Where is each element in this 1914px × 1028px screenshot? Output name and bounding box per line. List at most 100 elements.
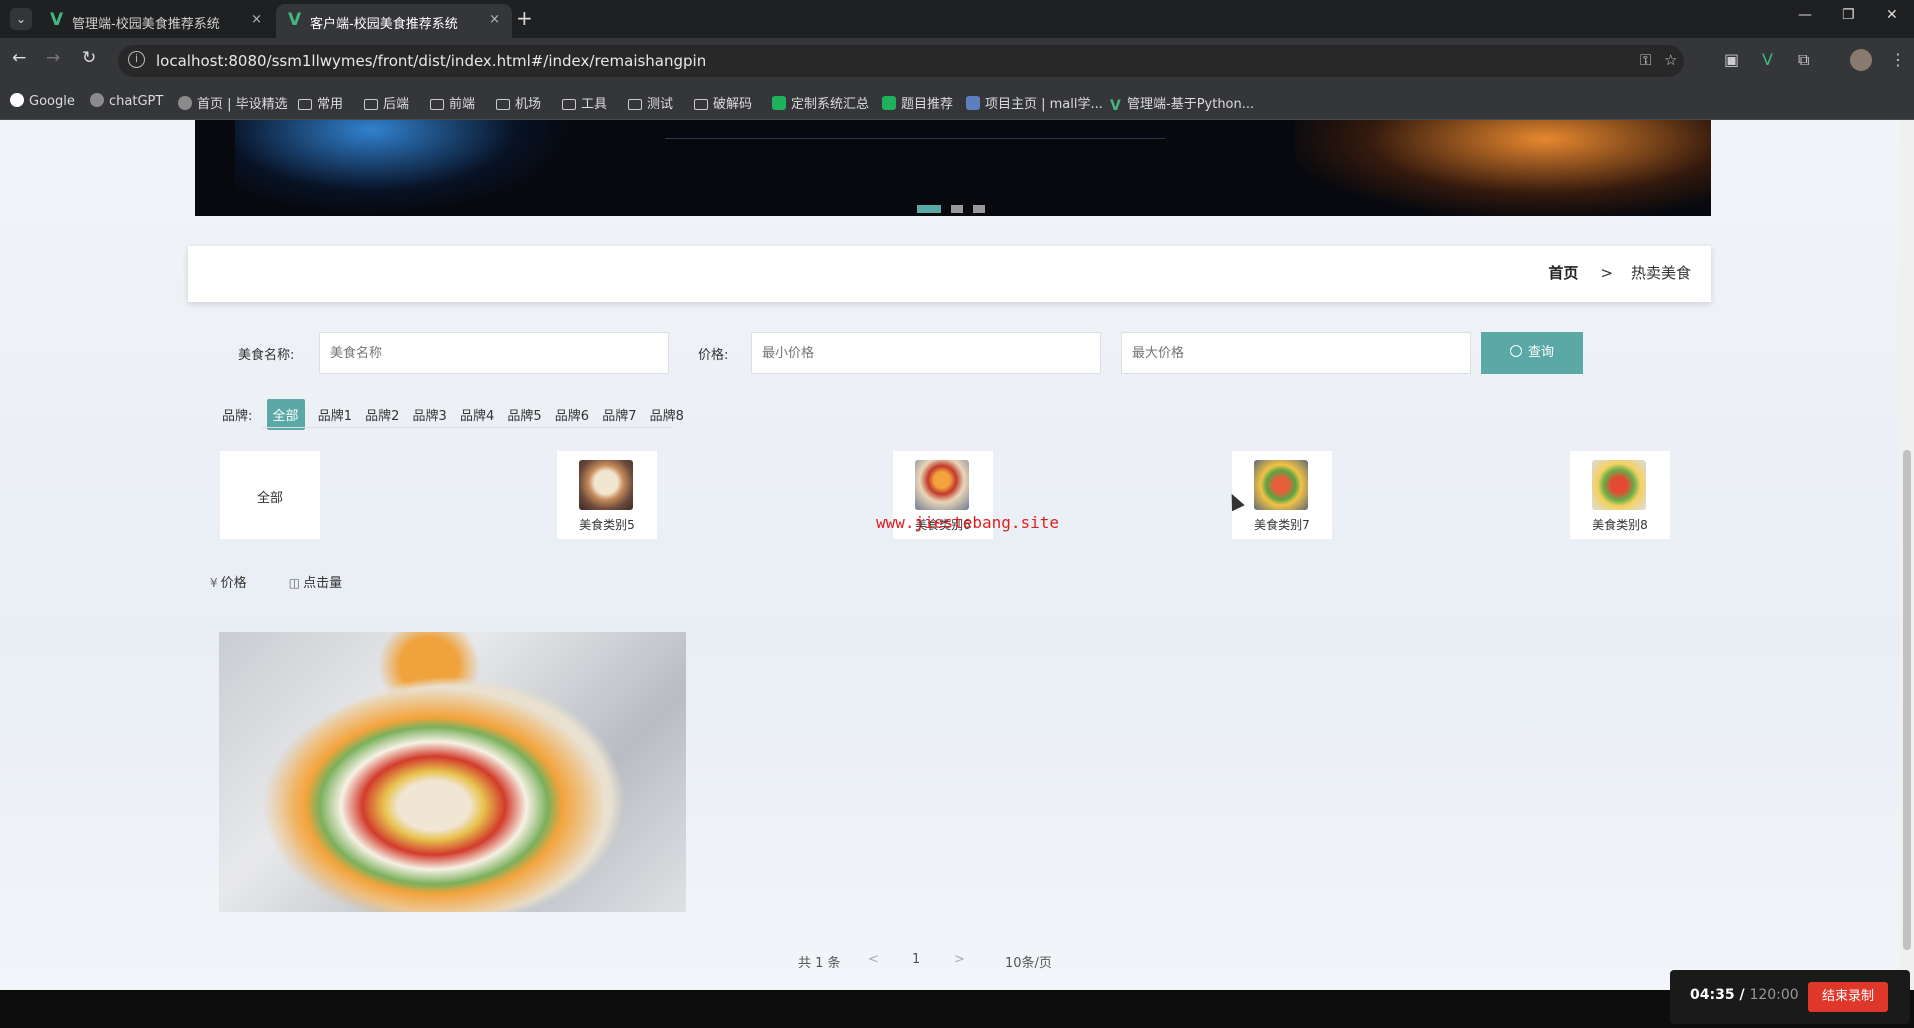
profile-avatar[interactable]	[1850, 49, 1872, 71]
sort-label: 价格	[220, 576, 247, 591]
carousel-dot[interactable]	[973, 205, 986, 213]
menu-kebab-icon[interactable]: ⋮	[1890, 50, 1906, 69]
bookmark-google[interactable]: Google	[10, 93, 75, 109]
pagination-prev[interactable]: <	[868, 952, 879, 967]
pagination-size-select[interactable]: 10条/页	[1005, 952, 1052, 971]
bookmark-folder[interactable]: 测试	[628, 93, 673, 112]
category-image	[1254, 460, 1308, 510]
price-label: 价格:	[698, 348, 729, 363]
category-card[interactable]: 美食类别8	[1570, 451, 1670, 539]
close-icon[interactable]: ×	[251, 12, 262, 27]
extensions-puzzle-icon[interactable]: ⧉	[1798, 50, 1809, 70]
pagination-page[interactable]: 1	[912, 952, 920, 967]
brand-item[interactable]: 品牌4	[460, 405, 494, 424]
tab-admin[interactable]: V 管理端-校园美食推荐系统 ×	[38, 4, 274, 38]
category-image	[579, 460, 633, 510]
brand-item[interactable]: 品牌7	[602, 405, 636, 424]
stop-recording-button[interactable]: 结束录制	[1808, 982, 1888, 1012]
back-icon[interactable]: ←	[12, 48, 26, 68]
bookmark-label: 定制系统汇总	[791, 97, 870, 112]
bookmark-custom[interactable]: 定制系统汇总	[772, 93, 869, 112]
bookmark-folder[interactable]: 机场	[496, 93, 541, 112]
bookmark-topics[interactable]: 题目推荐	[882, 93, 953, 112]
brand-item[interactable]: 品牌3	[413, 405, 447, 424]
category-name: 美食类别7	[1254, 518, 1310, 532]
bookmarks-bar: Google chatGPT 首页 | 毕设精选 常用 后端 前端 机场 工具 …	[0, 84, 1914, 120]
folder-icon	[496, 99, 510, 110]
taskbar	[0, 990, 1914, 1028]
category-image	[1592, 460, 1646, 510]
bookmark-folder[interactable]: 后端	[364, 93, 409, 112]
banner-carousel	[195, 120, 1711, 216]
bookmark-label: 项目主页 | mall学...	[985, 97, 1103, 112]
tab-title: 管理端-校园美食推荐系统	[72, 17, 220, 32]
brand-item[interactable]: 品牌6	[555, 405, 589, 424]
folder-icon	[430, 99, 444, 110]
close-window-icon[interactable]: ✕	[1886, 7, 1898, 23]
bookmark-star-icon[interactable]: ☆	[1664, 51, 1677, 69]
bookmark-label: 测试	[647, 97, 674, 112]
yen-icon: ¥	[210, 576, 218, 590]
brand-item[interactable]: 品牌5	[507, 405, 541, 424]
food-name-input[interactable]	[319, 332, 669, 374]
bookmark-folder[interactable]: 工具	[562, 93, 607, 112]
category-card[interactable]: 美食类别7	[1232, 451, 1332, 539]
carousel-dot[interactable]	[951, 205, 964, 213]
brand-label: 品牌:	[222, 409, 253, 424]
bookmark-label: chatGPT	[109, 94, 164, 109]
vue-icon: V	[288, 10, 302, 30]
tab-client[interactable]: V 客户端-校园美食推荐系统 ×	[276, 4, 512, 38]
sort-by-price[interactable]: ¥ 价格	[210, 572, 247, 591]
recorder-elapsed: 04:35 /	[1690, 987, 1745, 1003]
extension-icon[interactable]: ▣	[1724, 50, 1739, 69]
bookmark-chatgpt[interactable]: chatGPT	[90, 93, 163, 109]
bookmark-bishe[interactable]: 首页 | 毕设精选	[178, 93, 288, 112]
bookmark-label: 前端	[449, 97, 476, 112]
vue-devtools-icon[interactable]: V	[1762, 50, 1773, 69]
breadcrumb-home[interactable]: 首页	[1548, 264, 1578, 282]
pagination-next[interactable]: >	[954, 952, 965, 967]
page-content: 首页 > 热卖美食 美食名称: 价格: 查询 品牌: 全部 品牌1 品牌2 品牌3 …	[0, 120, 1914, 990]
product-image[interactable]	[219, 632, 686, 912]
search-button[interactable]: 查询	[1481, 332, 1583, 374]
brand-item[interactable]: 品牌2	[365, 405, 399, 424]
bookmark-folder[interactable]: 前端	[430, 93, 475, 112]
url-field[interactable]: i localhost:8080/ssm1llwymes/front/dist/…	[118, 45, 1684, 77]
brand-filter: 品牌: 全部 品牌1 品牌2 品牌3 品牌4 品牌5 品牌6 品牌7 品牌8	[222, 399, 693, 430]
pagination: 共 1 条 < 1 > 10条/页	[0, 952, 1914, 972]
site-icon	[178, 96, 192, 110]
bookmark-mall[interactable]: 项目主页 | mall学...	[966, 93, 1103, 112]
forward-icon[interactable]: →	[46, 48, 60, 68]
close-icon[interactable]: ×	[489, 12, 500, 27]
max-price-input[interactable]	[1121, 332, 1471, 374]
bookmark-folder[interactable]: 常用	[298, 93, 343, 112]
carousel-dot-active[interactable]	[917, 205, 941, 213]
bookmark-folder[interactable]: 破解码	[694, 93, 752, 112]
password-key-icon[interactable]: ⚿	[1640, 51, 1651, 69]
brand-item[interactable]: 品牌8	[650, 405, 684, 424]
category-card-all[interactable]: 全部	[220, 451, 320, 539]
new-tab-button[interactable]: +	[516, 6, 533, 30]
restore-icon[interactable]: ❐	[1842, 7, 1855, 23]
category-name: 美食类别5	[579, 518, 635, 532]
brand-item[interactable]: 品牌1	[318, 405, 352, 424]
divider	[262, 427, 672, 428]
bookmark-label: 题目推荐	[901, 97, 954, 112]
site-info-icon[interactable]: i	[128, 51, 145, 68]
tab-search-icon[interactable]: ⌄	[10, 8, 32, 30]
reload-icon[interactable]: ↻	[82, 48, 96, 68]
folder-icon	[628, 99, 642, 110]
address-toolbar: ← → ↻ i localhost:8080/ssm1llwymes/front…	[0, 38, 1914, 84]
bookmark-admin[interactable]: V 管理端-基于Python...	[1110, 93, 1254, 113]
scrollbar-thumb[interactable]	[1903, 450, 1911, 950]
search-button-label: 查询	[1527, 345, 1554, 360]
minimize-icon[interactable]: —	[1798, 7, 1812, 23]
url-text: localhost:8080/ssm1llwymes/front/dist/in…	[156, 52, 707, 70]
bookmark-label: 常用	[317, 97, 344, 112]
recorder-panel: 04:35 / 120:00 结束录制	[1670, 970, 1910, 1024]
sheet-icon	[772, 96, 786, 110]
category-card[interactable]: 美食类别5	[557, 451, 657, 539]
min-price-input[interactable]	[751, 332, 1101, 374]
brand-item-all[interactable]: 全部	[266, 399, 305, 430]
sort-by-clicks[interactable]: ◫ 点击量	[289, 572, 342, 591]
